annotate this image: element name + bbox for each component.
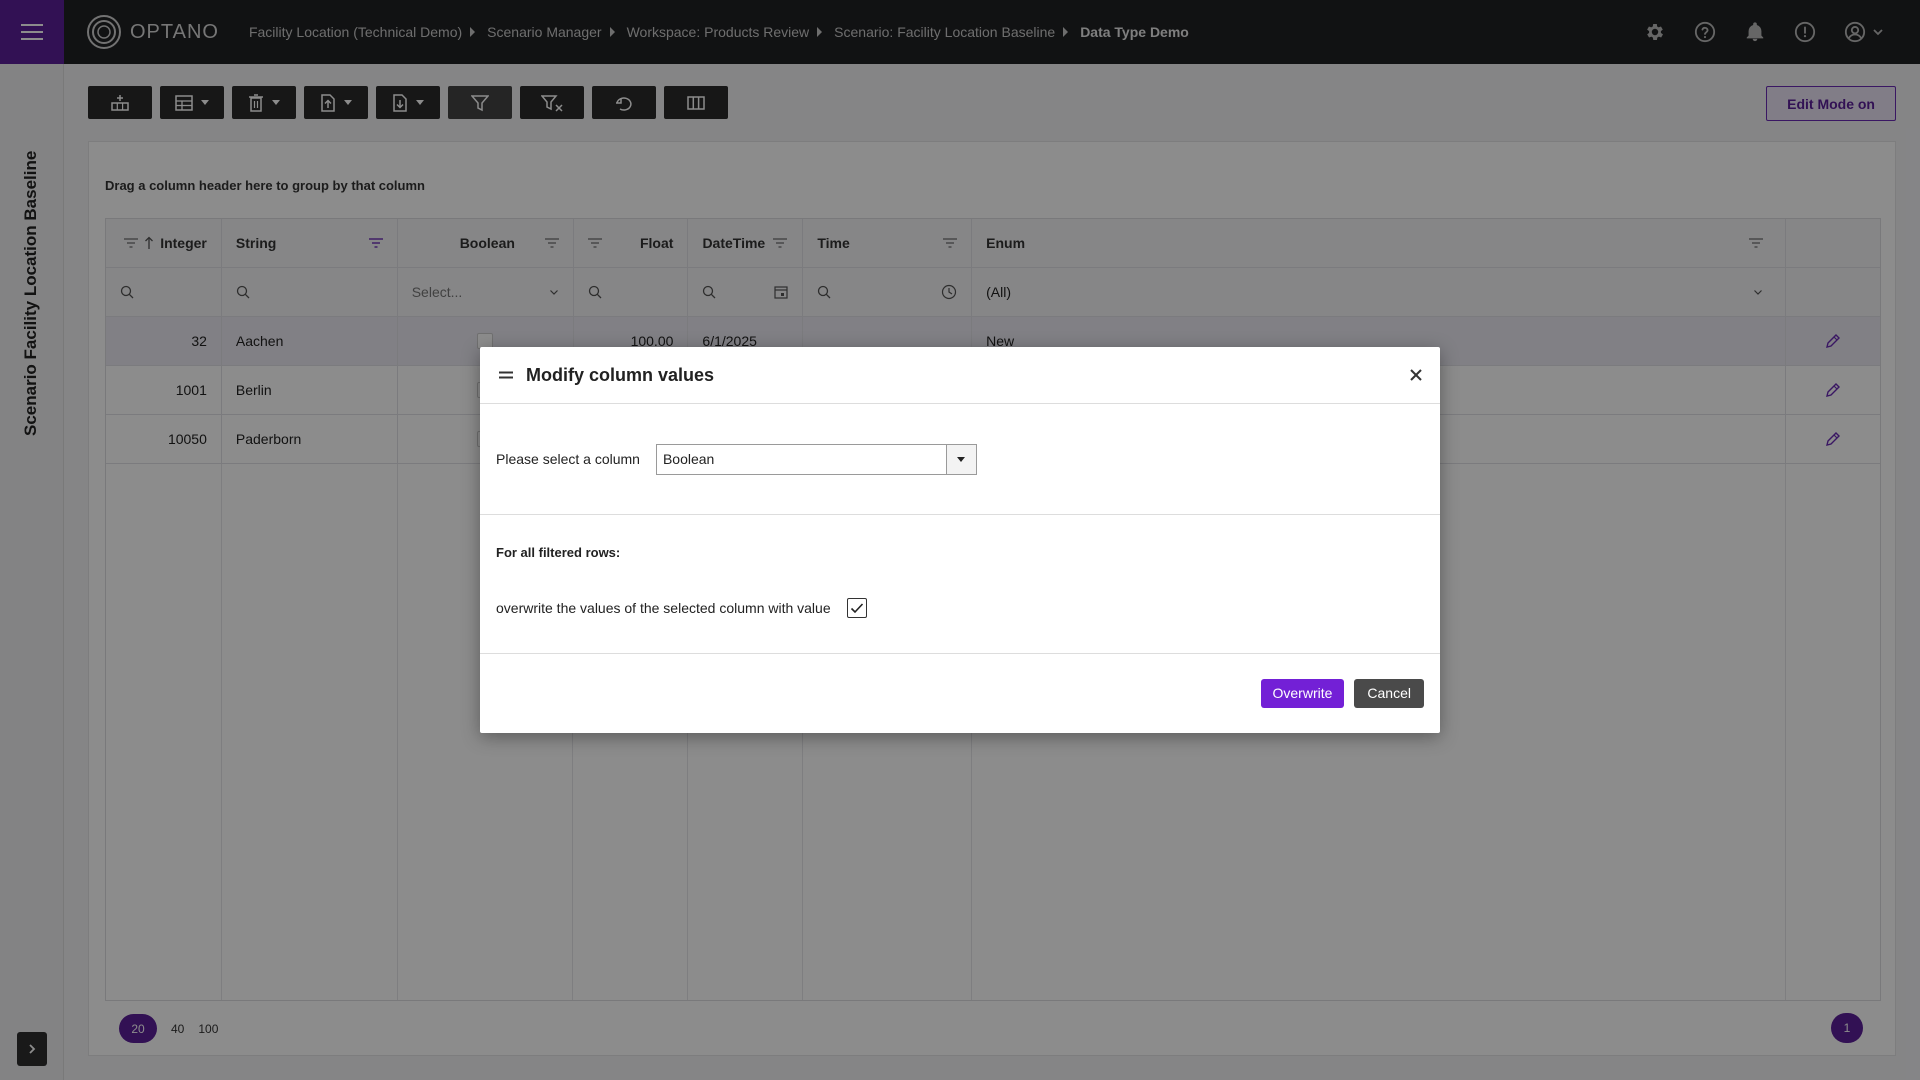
dropdown-toggle-button[interactable] [945, 444, 976, 474]
caret-down-icon [957, 456, 966, 462]
overwrite-value-checkbox[interactable] [846, 598, 867, 618]
checkmark-icon [850, 603, 863, 614]
modify-column-values-dialog: Modify column values Please select a col… [480, 347, 1440, 733]
close-icon[interactable] [1410, 364, 1422, 387]
select-column-label: Please select a column [496, 451, 640, 467]
dialog-header: Modify column values [480, 347, 1440, 404]
column-select-value: Boolean [662, 451, 715, 467]
overwrite-label: overwrite the values of the selected col… [496, 600, 831, 616]
drag-handle-icon[interactable] [498, 369, 514, 381]
filtered-rows-heading: For all filtered rows: [496, 545, 621, 560]
dialog-footer: Overwrite Cancel [480, 654, 1440, 732]
column-select-dropdown[interactable]: Boolean [655, 443, 977, 475]
cancel-button[interactable]: Cancel [1354, 678, 1424, 708]
overwrite-section: For all filtered rows: overwrite the val… [480, 515, 1440, 654]
column-select-section: Please select a column Boolean [480, 404, 1440, 515]
overwrite-button[interactable]: Overwrite [1260, 678, 1345, 708]
overwrite-option: overwrite the values of the selected col… [496, 598, 1424, 618]
dialog-title: Modify column values [526, 364, 715, 385]
